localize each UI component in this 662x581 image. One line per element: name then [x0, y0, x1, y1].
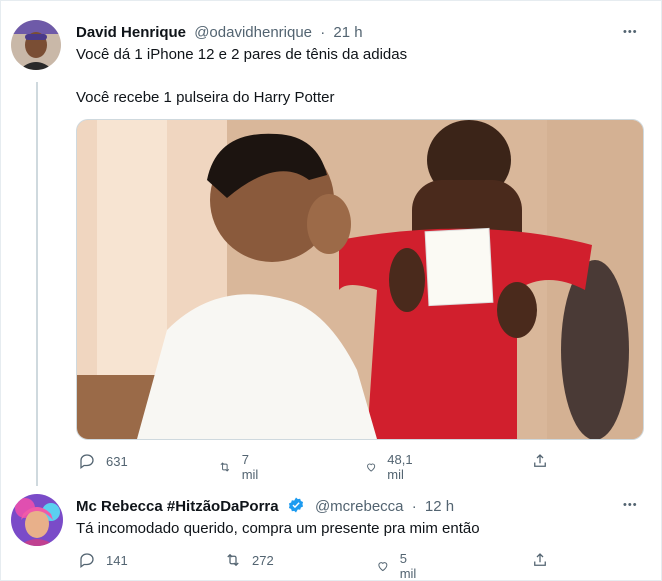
tweet-time[interactable]: 21 h [333, 24, 362, 41]
share-action[interactable] [531, 452, 549, 470]
heart-icon [378, 562, 388, 572]
reply-icon [80, 553, 94, 569]
separator-dot: · [320, 24, 326, 41]
author-handle[interactable]: @odavidhenrique [194, 24, 312, 41]
retweet-action[interactable]: 272 [224, 551, 274, 569]
retweet-count: 7 mil [241, 452, 259, 482]
tweet-text: Tá incomodado querido, compra um present… [76, 520, 480, 537]
tweet-header: David Henrique @odavidhenrique · 21 h [76, 24, 363, 41]
heart-icon [367, 463, 376, 472]
retweet-icon [227, 553, 239, 567]
thread-line [36, 82, 38, 486]
tweet-time[interactable]: 12 h [425, 498, 454, 515]
reply-icon [80, 454, 94, 470]
author-name[interactable]: David Henrique [76, 24, 186, 41]
reply-count: 631 [106, 453, 128, 469]
author-name[interactable]: Mc Rebecca #HitzãoDaPorra [76, 498, 279, 515]
separator-dot: · [411, 498, 417, 515]
retweet-icon [220, 462, 230, 472]
retweet-count: 272 [252, 552, 274, 568]
share-icon [534, 454, 546, 467]
share-icon [534, 553, 546, 566]
verified-badge-icon [288, 497, 303, 513]
reply-action[interactable]: 141 [78, 551, 128, 569]
share-action[interactable] [531, 551, 549, 569]
tweet-media-image[interactable] [76, 119, 644, 440]
like-action[interactable]: 48,1 mil [365, 452, 418, 482]
media-illustration [77, 120, 643, 439]
tweet-text-line-1: Você dá 1 iPhone 12 e 2 pares de tênis d… [76, 46, 408, 63]
like-count: 48,1 mil [387, 452, 413, 482]
more-options-icon[interactable]: ••• [623, 499, 638, 511]
like-action[interactable]: 5 mil [376, 551, 421, 581]
tweet-header: Mc Rebecca #HitzãoDaPorra @mcrebecca · 1… [76, 496, 454, 515]
like-count: 5 mil [399, 551, 417, 581]
author-avatar[interactable] [11, 494, 63, 546]
author-avatar[interactable] [11, 20, 61, 70]
tweet-text-line-2: Você recebe 1 pulseira do Harry Potter [76, 89, 335, 106]
tweet-1[interactable]: David Henrique @odavidhenrique · 21 h ••… [0, 0, 662, 486]
more-options-icon[interactable]: ••• [623, 26, 638, 38]
tweet-2[interactable]: Mc Rebecca #HitzãoDaPorra @mcrebecca · 1… [0, 486, 662, 581]
author-handle[interactable]: @mcrebecca [315, 498, 404, 515]
retweet-action[interactable]: 7 mil [218, 452, 263, 482]
reply-action[interactable]: 631 [78, 452, 128, 470]
reply-count: 141 [106, 552, 128, 568]
